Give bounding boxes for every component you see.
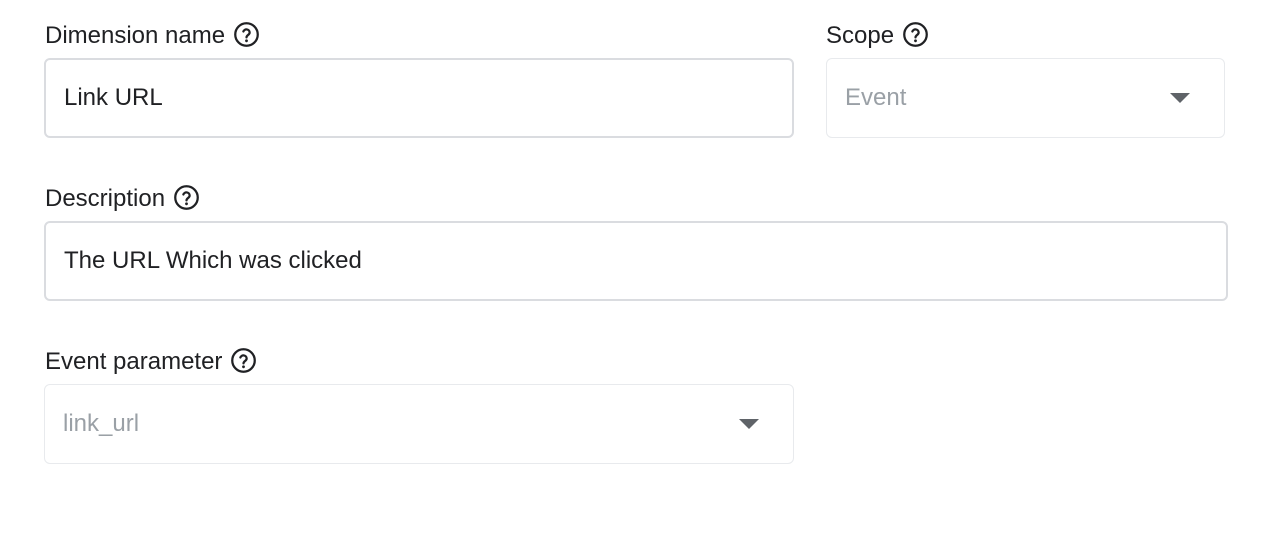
event-parameter-help-icon[interactable]	[230, 347, 257, 374]
scope-label: Scope	[826, 22, 895, 49]
event-parameter-label: Event parameter	[45, 348, 223, 375]
description-label-row: Description	[45, 184, 200, 214]
chevron-down-icon	[739, 419, 759, 429]
event-parameter-label-row: Event parameter	[45, 347, 257, 377]
dimension-name-label: Dimension name	[45, 22, 226, 49]
scope-selected-value: Event	[845, 84, 907, 111]
description-field[interactable]	[44, 221, 1228, 301]
scope-help-icon[interactable]	[902, 21, 929, 48]
dimension-name-help-icon[interactable]	[233, 21, 260, 48]
description-label: Description	[45, 185, 166, 212]
description-input[interactable]	[64, 247, 1208, 275]
event-parameter-select[interactable]: link_url	[44, 384, 794, 464]
event-parameter-selected-value: link_url	[63, 410, 140, 437]
scope-label-row: Scope	[826, 21, 929, 51]
description-help-icon[interactable]	[173, 184, 200, 211]
scope-select[interactable]: Event	[826, 58, 1225, 138]
dimension-name-field[interactable]	[44, 58, 794, 138]
chevron-down-icon	[1170, 93, 1190, 103]
dimension-name-input[interactable]	[64, 84, 774, 112]
dimension-name-label-row: Dimension name	[45, 21, 260, 51]
